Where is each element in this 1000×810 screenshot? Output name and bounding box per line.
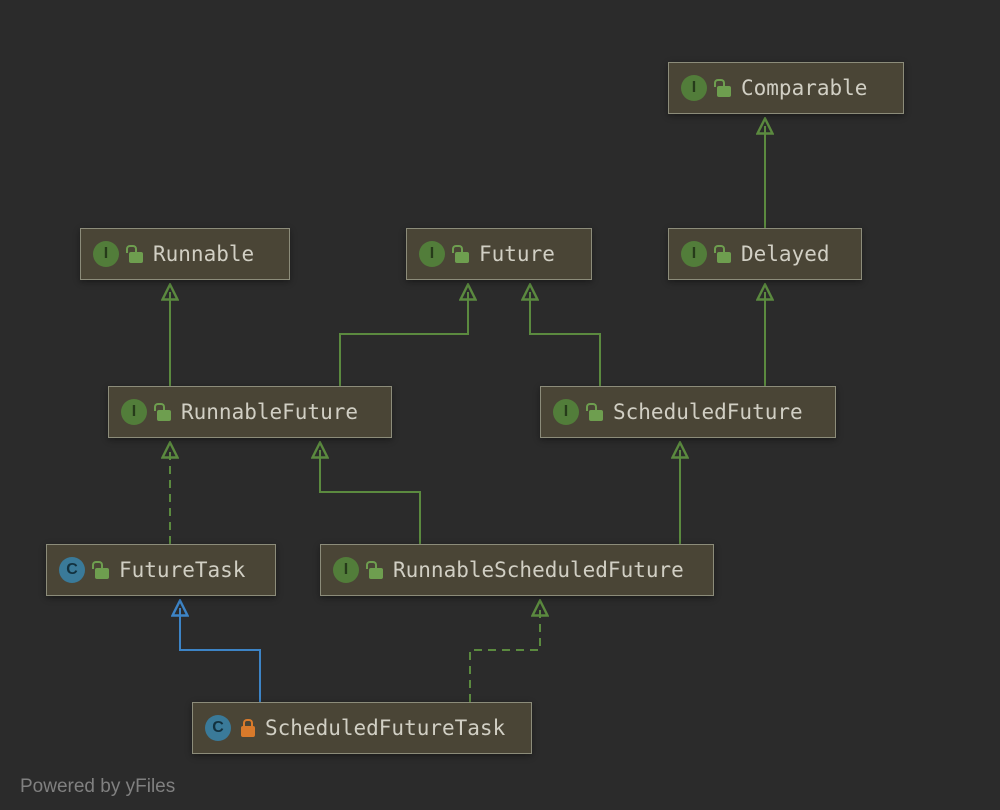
node-runnablefuture[interactable]: I RunnableFuture <box>108 386 392 438</box>
unlock-icon <box>129 245 143 263</box>
interface-icon: I <box>681 75 707 101</box>
node-scheduledfuturetask[interactable]: C ScheduledFutureTask <box>192 702 532 754</box>
interface-icon: I <box>333 557 359 583</box>
class-icon: C <box>205 715 231 741</box>
node-label: Comparable <box>741 76 867 100</box>
edge-runnablescheduledfuture-runnablefuture <box>320 450 420 544</box>
unlock-icon <box>589 403 603 421</box>
class-icon: C <box>59 557 85 583</box>
interface-icon: I <box>419 241 445 267</box>
node-label: FutureTask <box>119 558 245 582</box>
node-label: Delayed <box>741 242 830 266</box>
node-futuretask[interactable]: C FutureTask <box>46 544 276 596</box>
node-runnable[interactable]: I Runnable <box>80 228 290 280</box>
node-label: ScheduledFutureTask <box>265 716 505 740</box>
interface-icon: I <box>553 399 579 425</box>
lock-icon <box>241 719 255 737</box>
node-scheduledfuture[interactable]: I ScheduledFuture <box>540 386 836 438</box>
unlock-icon <box>717 79 731 97</box>
node-label: RunnableScheduledFuture <box>393 558 684 582</box>
edge-scheduledfuture-future <box>530 292 600 386</box>
node-delayed[interactable]: I Delayed <box>668 228 862 280</box>
node-runnablescheduledfuture[interactable]: I RunnableScheduledFuture <box>320 544 714 596</box>
unlock-icon <box>157 403 171 421</box>
edge-scheduledfuturetask-runnablescheduledfuture <box>470 608 540 702</box>
node-label: Future <box>479 242 555 266</box>
node-label: RunnableFuture <box>181 400 358 424</box>
unlock-icon <box>455 245 469 263</box>
unlock-icon <box>717 245 731 263</box>
interface-icon: I <box>121 399 147 425</box>
edge-runnablefuture-future <box>340 292 468 386</box>
footer-attribution: Powered by yFiles <box>20 776 175 798</box>
node-future[interactable]: I Future <box>406 228 592 280</box>
diagram-canvas: I Comparable I Runnable I Future I Delay… <box>0 0 1000 810</box>
unlock-icon <box>369 561 383 579</box>
node-comparable[interactable]: I Comparable <box>668 62 904 114</box>
edge-scheduledfuturetask-futuretask <box>180 608 260 702</box>
interface-icon: I <box>681 241 707 267</box>
node-label: Runnable <box>153 242 254 266</box>
unlock-icon <box>95 561 109 579</box>
interface-icon: I <box>93 241 119 267</box>
node-label: ScheduledFuture <box>613 400 803 424</box>
